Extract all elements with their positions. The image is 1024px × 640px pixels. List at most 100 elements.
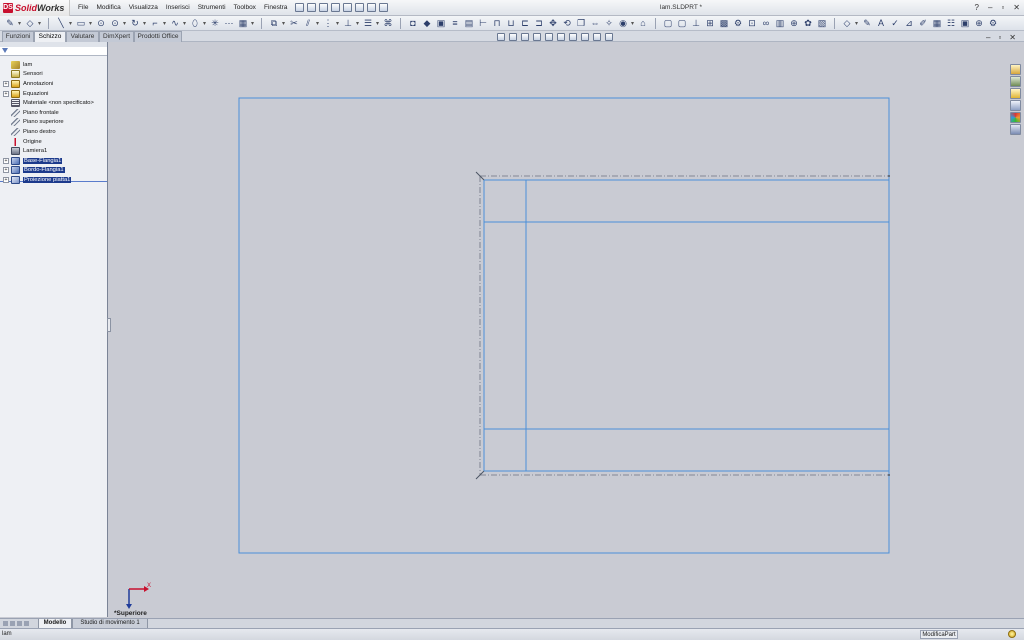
doc-close-button[interactable]: ✕: [1009, 33, 1016, 42]
appearance-icon[interactable]: ◉: [617, 16, 629, 31]
convert-entities-icon[interactable]: ⧉: [268, 16, 280, 31]
tab-dimxpert[interactable]: DimXpert: [99, 31, 134, 42]
dimension-icon[interactable]: ⊢: [477, 16, 489, 31]
edit-appearance-icon[interactable]: [581, 33, 589, 41]
tree-node[interactable]: + Bordo-Flangia1: [0, 166, 107, 176]
previous-tab-icon[interactable]: [10, 621, 15, 626]
sketch-icon[interactable]: ✎: [4, 16, 16, 31]
expand-icon[interactable]: +: [3, 176, 9, 183]
tree-node[interactable]: Origine: [0, 137, 107, 147]
hole-icon[interactable]: ⊥: [690, 16, 702, 31]
view-orientation-icon[interactable]: [545, 33, 553, 41]
zoom-to-fit-icon[interactable]: [497, 33, 505, 41]
feature-filter[interactable]: [0, 47, 107, 56]
menu-item-modifica[interactable]: Modifica: [92, 0, 124, 16]
trim-icon[interactable]: ✂: [288, 16, 300, 31]
circle-icon[interactable]: ⊙: [95, 16, 107, 31]
fillet-icon[interactable]: ⌐: [149, 16, 161, 31]
scale-icon[interactable]: ⊏: [519, 16, 531, 31]
doc-minimize-button[interactable]: –: [986, 33, 990, 42]
first-tab-icon[interactable]: [3, 621, 8, 626]
linear-pattern-icon[interactable]: ⋮: [322, 16, 334, 31]
constraint-icon[interactable]: ⊔: [505, 16, 517, 31]
outer-sketch-rectangle[interactable]: [238, 97, 890, 554]
expand-icon[interactable]: +: [3, 167, 9, 174]
hide-show-items-icon[interactable]: [569, 33, 577, 41]
tree-node[interactable]: Piano destro: [0, 127, 107, 137]
ruler-icon[interactable]: ⊐: [533, 16, 545, 31]
zoom-icon[interactable]: ⊕: [973, 16, 985, 31]
explode-icon[interactable]: ✧: [603, 16, 615, 31]
top-flange-rectangle[interactable]: [483, 179, 890, 223]
custom-properties-icon[interactable]: [1010, 124, 1021, 135]
copy-icon[interactable]: ❐: [575, 16, 587, 31]
datum-icon[interactable]: ⊿: [903, 16, 915, 31]
view-icon[interactable]: ▣: [959, 16, 971, 31]
tree-node[interactable]: Sensori: [0, 70, 107, 80]
smart-dimension-icon[interactable]: ◇: [24, 16, 36, 31]
tree-node[interactable]: + Base-Flangia1: [0, 156, 107, 166]
arc-icon[interactable]: ↻: [129, 16, 141, 31]
tree-node[interactable]: + Annotazioni: [0, 79, 107, 89]
help-bubble-icon[interactable]: [1008, 630, 1016, 638]
text-icon[interactable]: A: [875, 16, 887, 31]
display-style-icon[interactable]: [557, 33, 565, 41]
pin-icon[interactable]: [295, 3, 305, 12]
paint-icon[interactable]: ✿: [802, 16, 814, 31]
symbol-icon[interactable]: ✐: [917, 16, 929, 31]
undo-icon[interactable]: [355, 3, 365, 12]
list-icon[interactable]: ☷: [945, 16, 957, 31]
open-folder-icon[interactable]: [319, 3, 329, 12]
rectangle-icon[interactable]: ▭: [75, 16, 87, 31]
extrude-icon[interactable]: ▥: [774, 16, 786, 31]
rib-icon[interactable]: ⊡: [746, 16, 758, 31]
close-button[interactable]: ✕: [1013, 0, 1020, 16]
tab-valutare[interactable]: Valutare: [66, 31, 99, 42]
display-relations-icon[interactable]: ⊥: [342, 16, 354, 31]
pencil-icon[interactable]: ✎: [861, 16, 873, 31]
explorer-icon[interactable]: ▢: [676, 16, 688, 31]
mirror-icon[interactable]: ⫽: [302, 16, 314, 31]
view-settings-icon[interactable]: [605, 33, 613, 41]
new-document-icon[interactable]: [307, 3, 317, 12]
tab-schizzo[interactable]: Schizzo: [34, 31, 66, 42]
web-rectangle[interactable]: [483, 179, 527, 472]
tab-prodotti-office[interactable]: Prodotti Office: [134, 31, 182, 42]
gear-icon[interactable]: ⚙: [732, 16, 744, 31]
camera-icon[interactable]: ◘: [407, 16, 419, 31]
line-icon[interactable]: ╲: [55, 16, 67, 31]
tree-node[interactable]: Piano frontale: [0, 108, 107, 118]
expand-icon[interactable]: +: [3, 157, 9, 164]
rebuild-icon[interactable]: [367, 3, 377, 12]
apply-scene-icon[interactable]: [593, 33, 601, 41]
tree-node[interactable]: + Proiezione piatta1: [0, 175, 107, 185]
spline-icon[interactable]: ∿: [169, 16, 181, 31]
appearances-icon[interactable]: [1010, 112, 1021, 123]
settings-icon[interactable]: ⚙: [987, 16, 999, 31]
doc-restore-button[interactable]: ▫: [998, 33, 1001, 42]
view-palette-icon[interactable]: [1010, 100, 1021, 111]
sketch-canvas[interactable]: [109, 42, 1007, 617]
filter-icon[interactable]: [2, 48, 8, 54]
tree-node[interactable]: Lamiera1: [0, 146, 107, 156]
quick-snaps-icon[interactable]: ⌘: [382, 16, 394, 31]
home-resources-icon[interactable]: [1010, 64, 1021, 75]
image-icon[interactable]: ▧: [816, 16, 828, 31]
bottom-flange-rectangle[interactable]: [483, 428, 890, 472]
last-tab-icon[interactable]: [24, 621, 29, 626]
help-icon[interactable]: ?: [975, 0, 979, 16]
restore-button[interactable]: ▫: [1001, 0, 1004, 16]
weld-icon[interactable]: ⊞: [704, 16, 716, 31]
tree-node[interactable]: Materiale <non specificato>: [0, 98, 107, 108]
tree-node[interactable]: Piano superiore: [0, 118, 107, 128]
tree-root[interactable]: lam: [0, 60, 107, 70]
file-explorer-icon[interactable]: [1010, 88, 1021, 99]
solidworks-logo[interactable]: DS SolidWorks: [0, 0, 70, 16]
hat-icon[interactable]: ⌂: [637, 16, 649, 31]
flatten-icon[interactable]: ▩: [718, 16, 730, 31]
tree-node[interactable]: + Equazioni: [0, 89, 107, 99]
graphics-area[interactable]: [109, 42, 1007, 617]
move-icon[interactable]: ✥: [547, 16, 559, 31]
perimeter-circle-icon[interactable]: ⊙: [109, 16, 121, 31]
save-icon[interactable]: [331, 3, 341, 12]
